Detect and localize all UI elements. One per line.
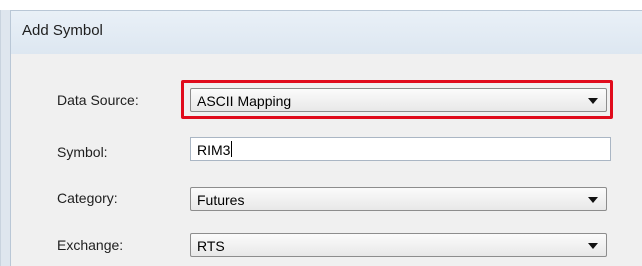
title-bar[interactable]: Add Symbol xyxy=(10,10,642,54)
window-top-frame xyxy=(0,0,642,10)
chevron-down-icon xyxy=(588,243,598,249)
text-caret xyxy=(231,141,232,157)
chevron-down-icon xyxy=(588,197,598,203)
category-dropdown[interactable]: Futures xyxy=(190,187,607,211)
exchange-dropdown[interactable]: RTS xyxy=(190,233,607,257)
window-left-frame xyxy=(0,10,10,266)
symbol-value: RIM3 xyxy=(197,142,231,158)
category-value: Futures xyxy=(197,192,245,208)
add-symbol-dialog: Add Symbol Data Source: ASCII Mapping Sy… xyxy=(0,0,642,266)
exchange-value: RTS xyxy=(197,238,225,254)
symbol-input[interactable]: RIM3 xyxy=(190,137,611,161)
symbol-label: Symbol: xyxy=(57,144,108,160)
category-label: Category: xyxy=(57,190,118,206)
data-source-highlight-box xyxy=(181,80,613,119)
data-source-label: Data Source: xyxy=(57,92,139,108)
exchange-label: Exchange: xyxy=(57,237,124,253)
dialog-title: Add Symbol xyxy=(22,22,103,39)
